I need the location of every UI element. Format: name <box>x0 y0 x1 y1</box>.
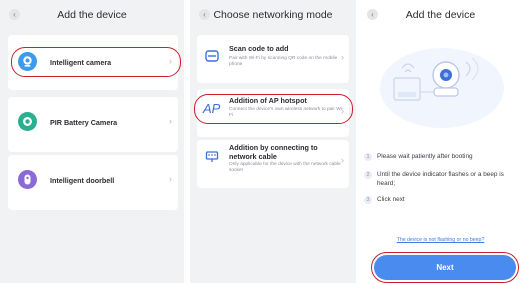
page-title: Add the device <box>57 9 127 21</box>
panel2-header: ‹ Choose networking mode <box>190 0 356 30</box>
doorbell-icon <box>18 170 37 189</box>
highlight-outline <box>371 252 519 283</box>
device-item-pir-battery-camera[interactable]: PIR Battery Camera › <box>8 97 178 152</box>
panel3-header: ‹ Add the device <box>358 0 523 30</box>
step-text: Please wait patiently after booting <box>377 153 473 160</box>
ethernet-icon <box>205 150 219 169</box>
chevron-right-icon: › <box>341 52 344 62</box>
chevron-right-icon: › <box>169 116 172 126</box>
device-label: Intelligent doorbell <box>50 176 115 185</box>
chevron-right-icon: › <box>341 155 344 165</box>
page-title: Add the device <box>405 9 476 21</box>
device-illustration <box>362 30 519 130</box>
option-description: Pair with Wi-Fi by scanning QR code on t… <box>229 56 338 67</box>
device-item-intelligent-doorbell[interactable]: Intelligent doorbell › <box>8 155 178 210</box>
step-number: 3 <box>364 196 372 204</box>
step-text: Click next <box>377 196 405 203</box>
battery-camera-icon <box>18 112 37 131</box>
device-label: PIR Battery Camera <box>50 118 118 127</box>
option-scan-code[interactable]: Scan code to add Pair with Wi-Fi by scan… <box>197 35 349 83</box>
page-title: Choose networking mode <box>213 9 333 21</box>
option-description: Only applicable for the device with the … <box>229 162 341 173</box>
chevron-right-icon: › <box>169 174 172 184</box>
networking-mode-panel: ‹ Choose networking mode Scan code to ad… <box>190 0 356 283</box>
step-number: 1 <box>364 153 372 161</box>
panel1-header: ‹ Add the device <box>0 0 184 30</box>
scan-icon <box>205 49 219 68</box>
option-network-cable[interactable]: Addition by connecting to network cable … <box>197 140 349 188</box>
device-type-panel: ‹ Add the device Intelligent camera › PI… <box>0 0 184 283</box>
step-text: Until the device indicator flashes or a … <box>377 171 504 187</box>
step-number: 2 <box>364 171 372 179</box>
help-link[interactable]: The device is not flashing or no beep? <box>358 237 523 243</box>
highlight-outline <box>11 47 181 77</box>
highlight-outline <box>194 94 353 124</box>
add-device-guide-panel: ‹ Add the device 1 Please wait patiently… <box>358 0 523 283</box>
option-title: Scan code to add <box>229 44 289 53</box>
option-title: Addition by connecting to network cable <box>229 143 318 161</box>
